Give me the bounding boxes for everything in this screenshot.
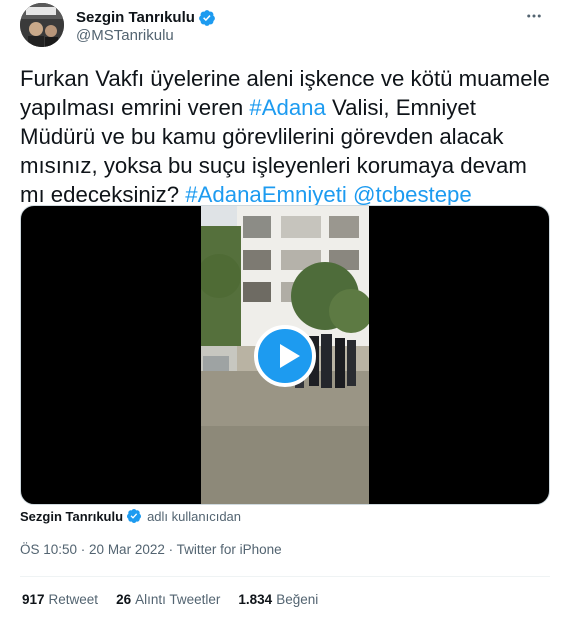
tweet-meta: ÖS 10:50 · 20 Mar 2022 · Twitter for iPh… <box>20 542 282 557</box>
attribution-suffix: adlı kullanıcıdan <box>147 508 242 524</box>
meta-separator: · <box>164 542 177 557</box>
video-attribution: Sezgin Tanrıkulu adlı kullanıcıdan <box>20 508 241 524</box>
verified-badge-icon <box>126 508 142 524</box>
stat-count: 1.834 <box>238 592 273 607</box>
avatar[interactable] <box>20 3 64 47</box>
hashtag-link[interactable]: #AdanaEmniyeti <box>185 182 347 207</box>
stat-label: Alıntı Tweetler <box>135 592 221 607</box>
stat-label: Beğeni <box>276 592 319 607</box>
author-handle[interactable]: @MSTanrikulu <box>76 27 174 45</box>
tweet-header: Sezgin Tanrıkulu @MSTanrikulu <box>20 3 550 47</box>
more-dots-icon[interactable] <box>522 7 546 27</box>
verified-badge-icon <box>198 9 216 27</box>
stat-quote-tweets[interactable]: 26 Alıntı Tweetler <box>116 592 220 607</box>
attribution-name[interactable]: Sezgin Tanrıkulu <box>20 509 123 524</box>
stat-likes[interactable]: 1.834 Beğeni <box>238 592 318 607</box>
tweet-time[interactable]: ÖS 10:50 <box>20 542 77 557</box>
meta-separator: · <box>77 542 90 557</box>
tweet-date[interactable]: 20 Mar 2022 <box>89 542 165 557</box>
tweet-source[interactable]: Twitter for iPhone <box>177 542 282 557</box>
mention-link[interactable]: @tcbestepe <box>353 182 472 207</box>
stat-retweets[interactable]: 917 Retweet <box>22 592 98 607</box>
stat-count: 26 <box>116 592 132 607</box>
divider <box>20 576 550 577</box>
video-player[interactable] <box>20 205 550 505</box>
hashtag-link[interactable]: #Adana <box>249 95 326 120</box>
stat-count: 917 <box>22 592 45 607</box>
author-display-name[interactable]: Sezgin Tanrıkulu <box>76 9 195 27</box>
author-name-row: Sezgin Tanrıkulu <box>76 9 216 27</box>
play-icon[interactable] <box>254 325 316 387</box>
stat-label: Retweet <box>48 592 99 607</box>
engagement-stats: 917 Retweet 26 Alıntı Tweetler 1.834 Beğeni <box>22 592 336 607</box>
